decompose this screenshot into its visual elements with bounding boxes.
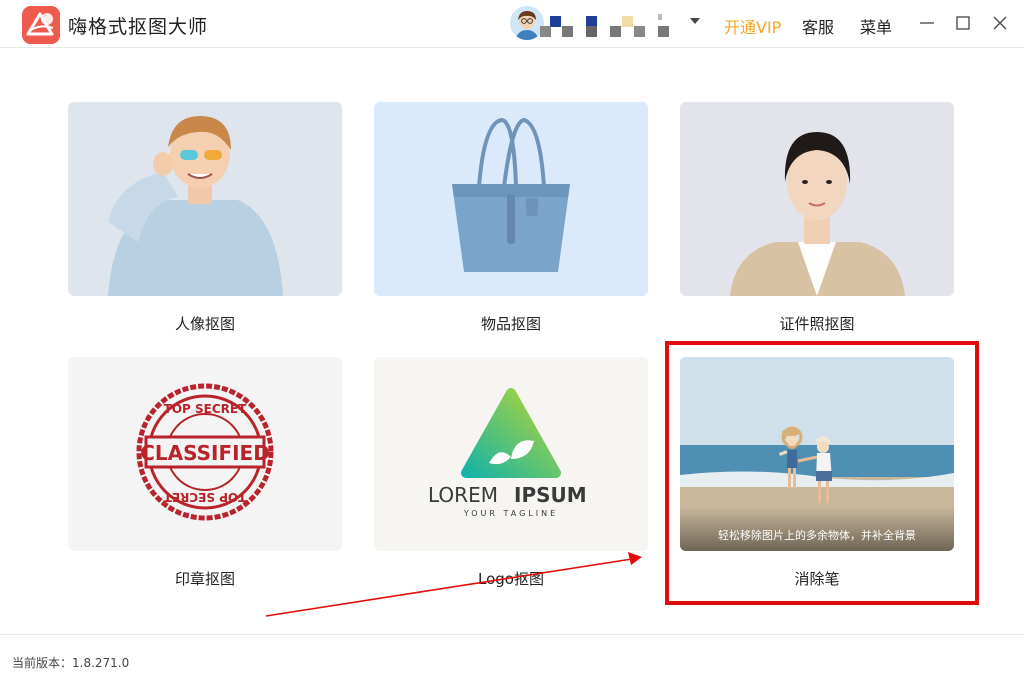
eraser-description: 轻松移除图片上的多余物体，并补全背景 [718, 529, 916, 542]
footer-divider [0, 634, 1024, 635]
pointer-arrow [265, 552, 642, 617]
version-text: 当前版本：1.8.271.0 [12, 656, 130, 670]
